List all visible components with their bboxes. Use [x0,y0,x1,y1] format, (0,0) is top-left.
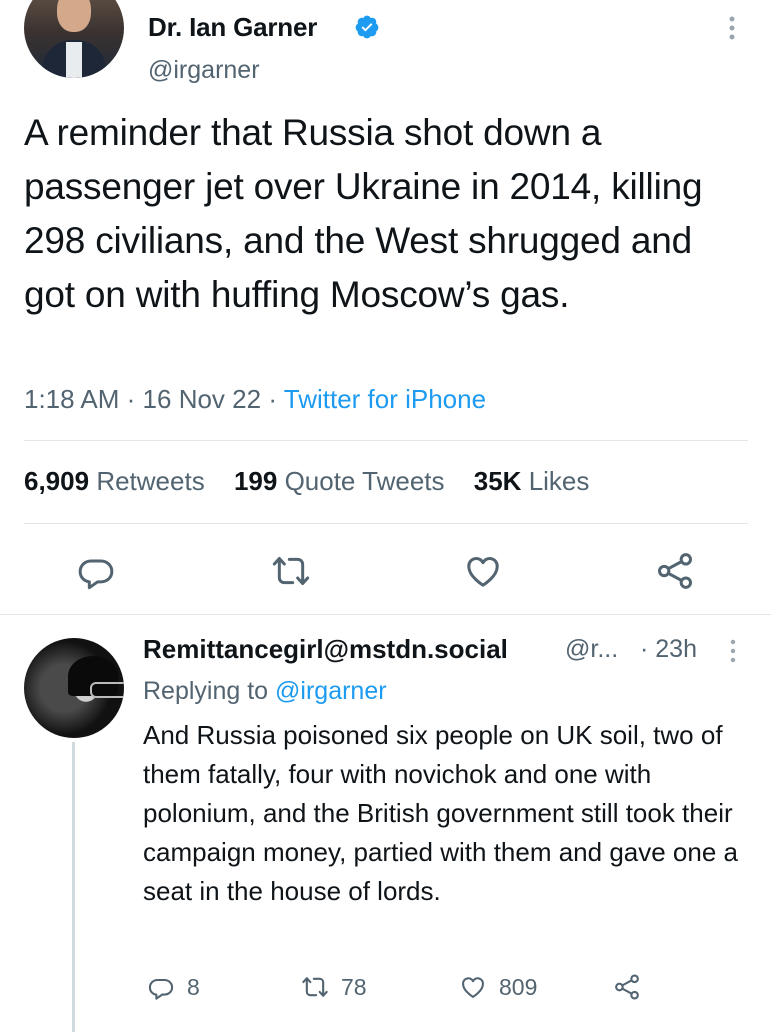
retweet-icon [302,977,328,997]
verified-badge-icon [355,15,379,39]
likes-stat[interactable]: 35K Likes [474,466,590,496]
reply-share-action[interactable] [613,972,653,1002]
author-handle[interactable]: @irgarner [148,56,260,85]
replying-to-line: Replying to @irgarner [143,677,387,706]
divider [24,440,748,441]
more-options-icon[interactable] [725,14,739,42]
share-icon[interactable] [655,551,695,591]
replying-to-mention[interactable]: @irgarner [275,677,387,705]
reply-text: And Russia poisoned six people on UK soi… [143,720,738,906]
meta-separator: · [126,384,136,414]
replying-to-prefix: Replying to [143,677,269,705]
tweet-time[interactable]: 1:18 AM [24,384,119,414]
retweets-stat[interactable]: 6,909 Retweets [24,466,205,496]
retweet-icon[interactable] [271,551,311,591]
reply-icon[interactable] [76,551,116,591]
meta-separator: · [268,384,277,414]
reply-reply-action[interactable]: 8 [147,972,200,1002]
divider [24,523,748,524]
reply-icon [148,978,174,1000]
reply-more-options-icon[interactable] [727,638,739,664]
like-count: 809 [499,973,538,1000]
author-avatar[interactable] [24,0,124,78]
like-icon [462,977,484,998]
reply-author-handle[interactable]: @r... [565,635,618,664]
author-display-name[interactable]: Dr. Ian Garner [148,12,317,43]
tweet-metadata: 1:18 AM · 16 Nov 22 · Twitter for iPhone [24,384,486,415]
reply-count: 8 [187,973,200,1000]
reply-timestamp[interactable]: · 23h [640,635,697,664]
reply-retweet-action[interactable]: 78 [301,972,367,1002]
thread-connector-line [72,742,75,1032]
share-icon [615,974,639,1000]
tweet-source-link[interactable]: Twitter for iPhone [284,384,486,414]
tweet-stats: 6,909 Retweets 199 Quote Tweets 35K Like… [24,466,589,497]
reply-like-action[interactable]: 809 [459,972,537,1002]
reply-author-display-name[interactable]: Remittancegirl@mstdn.social [143,634,508,665]
quote-tweets-stat[interactable]: 199 Quote Tweets [234,466,445,496]
like-icon[interactable] [463,551,503,591]
retweet-count: 78 [341,973,367,1000]
reply-author-avatar[interactable] [24,638,124,738]
tweet-date[interactable]: 16 Nov 22 [143,384,262,414]
divider [0,614,771,615]
tweet-text: A reminder that Russia shot down a passe… [24,112,703,315]
